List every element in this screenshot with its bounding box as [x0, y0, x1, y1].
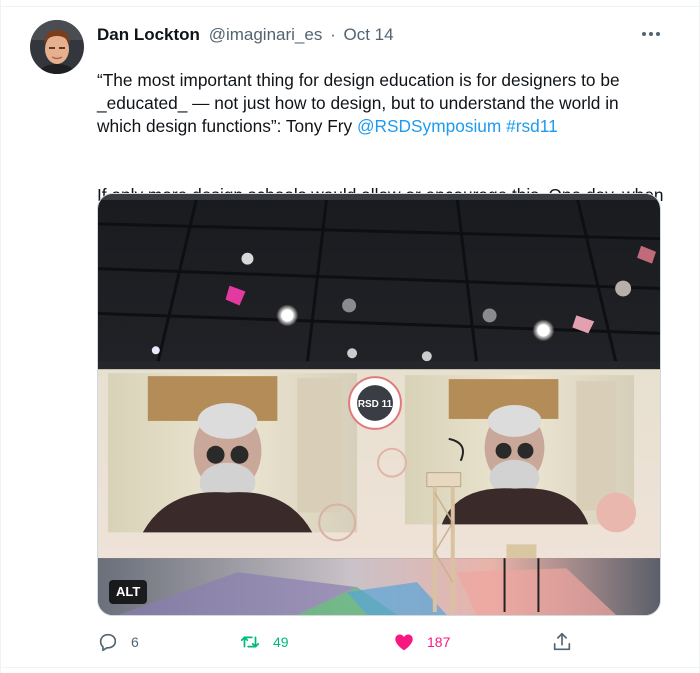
tweet-date[interactable]: Oct 14: [343, 25, 393, 44]
hashtag-link[interactable]: #rsd11: [506, 116, 558, 136]
divider: [1, 6, 699, 7]
retweet-count: 49: [273, 634, 289, 650]
alt-text-badge[interactable]: ALT: [109, 580, 148, 604]
tweet-photo[interactable]: RSD 11: [97, 193, 661, 616]
tweet-quote-paragraph: “The most important thing for design edu…: [97, 69, 667, 138]
retweet-button[interactable]: 49: [239, 628, 289, 656]
tweet-card: Dan Lockton @imaginari_es · Oct 14 “The …: [0, 0, 700, 673]
more-options-icon[interactable]: [637, 24, 665, 44]
heart-icon: [393, 631, 415, 653]
share-icon: [551, 631, 573, 653]
tweet-header: Dan Lockton @imaginari_es · Oct 14: [97, 24, 659, 46]
retweet-icon: [239, 631, 261, 653]
screen-logo-text: RSD 11: [358, 399, 393, 410]
tweet-actions: 6 49 187: [97, 628, 667, 656]
reply-count: 6: [131, 634, 139, 650]
divider: [1, 667, 699, 668]
author-name[interactable]: Dan Lockton: [97, 25, 200, 44]
reply-icon: [97, 631, 119, 653]
author-handle[interactable]: @imaginari_es: [209, 25, 323, 44]
like-count: 187: [427, 634, 451, 650]
like-button[interactable]: 187: [393, 628, 450, 656]
share-button[interactable]: [551, 628, 573, 656]
separator-dot: ·: [330, 25, 336, 44]
mention-link[interactable]: @RSDSymposium: [357, 116, 501, 136]
avatar[interactable]: [30, 20, 84, 74]
reply-button[interactable]: 6: [97, 628, 139, 656]
